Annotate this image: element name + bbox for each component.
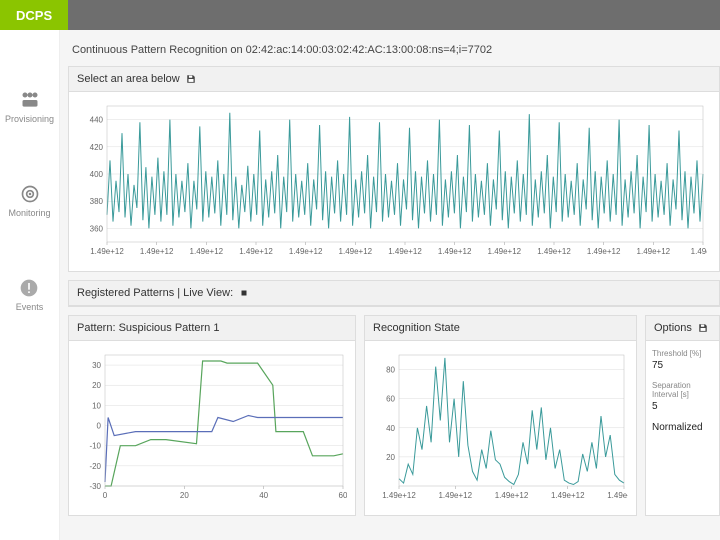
layout: Provisioning Monitoring Events Continuou…	[0, 30, 720, 540]
pattern-title: Pattern: Suspicious Pattern 1	[77, 322, 219, 334]
recognition-panel: Recognition State 20 40 60 80 1.49e+12 1.49e+…	[364, 315, 637, 516]
svg-text:40: 40	[259, 491, 268, 500]
svg-text:420: 420	[90, 143, 104, 152]
svg-text:1.49e+12: 1.49e+12	[551, 491, 585, 500]
options-title: Options	[654, 322, 692, 334]
svg-text:1.49e+12: 1.49e+12	[607, 491, 628, 500]
svg-text:1.49e+12: 1.49e+12	[190, 247, 224, 256]
monitoring-icon	[20, 184, 40, 204]
svg-text:0: 0	[97, 422, 102, 431]
registered-title: Registered Patterns | Live View:	[77, 287, 233, 299]
svg-text:10: 10	[92, 401, 101, 410]
svg-text:1.49e+12: 1.49e+12	[438, 247, 472, 256]
svg-text:20: 20	[92, 381, 101, 390]
svg-text:1.49e+12: 1.49e+12	[587, 247, 621, 256]
svg-text:-30: -30	[89, 482, 101, 491]
svg-text:1.49e+: 1.49e+	[691, 247, 707, 256]
recognition-title: Recognition State	[373, 322, 460, 334]
svg-text:1.49e+12: 1.49e+12	[140, 247, 174, 256]
svg-text:360: 360	[90, 224, 104, 233]
svg-text:1.49e+12: 1.49e+12	[637, 247, 671, 256]
separation-value: 5	[652, 401, 713, 412]
threshold-value: 75	[652, 360, 713, 371]
select-area-header: Select an area below	[69, 67, 719, 92]
options-body: Threshold [%] 75 Separation Interval [s]…	[646, 341, 719, 451]
save-icon[interactable]	[186, 74, 196, 84]
options-panel: Options Threshold [%] 75 Separation Inte…	[645, 315, 720, 516]
sidebar-item-events[interactable]: Events	[16, 278, 44, 312]
save-icon[interactable]	[698, 323, 708, 333]
pattern-body: -30 -20 -10 0 10 20 30 0 20 40 60	[69, 341, 355, 515]
svg-text:1.49e+12: 1.49e+12	[388, 247, 422, 256]
page-title: Continuous Pattern Recognition on 02:42:…	[68, 38, 720, 66]
sidebar-item-label: Monitoring	[8, 208, 50, 218]
recognition-chart[interactable]: 20 40 60 80 1.49e+12 1.49e+12 1.49e+12 1.49e+12…	[373, 349, 628, 504]
svg-text:-20: -20	[89, 462, 101, 471]
svg-text:1.49e+12: 1.49e+12	[537, 247, 571, 256]
overview-chart[interactable]: 360 380 400 420 440 1.49e+12 1.49e+12 1.49e+12 1…	[77, 100, 707, 260]
svg-text:80: 80	[386, 366, 395, 375]
separation-label: Separation Interval [s]	[652, 381, 713, 399]
svg-text:40: 40	[386, 424, 395, 433]
registered-header: Registered Patterns | Live View:	[69, 281, 719, 306]
registered-panel: Registered Patterns | Live View:	[68, 280, 720, 307]
pattern-header: Pattern: Suspicious Pattern 1	[69, 316, 355, 341]
app-logo: DCPS	[0, 0, 68, 30]
recognition-header: Recognition State	[365, 316, 636, 341]
pattern-panel: Pattern: Suspicious Pattern 1 -30 -20 -10 0…	[68, 315, 356, 516]
select-area-title: Select an area below	[77, 73, 180, 85]
svg-text:1.49e+12: 1.49e+12	[438, 491, 472, 500]
sidebar-item-monitoring[interactable]: Monitoring	[8, 184, 50, 218]
sidebar-item-provisioning[interactable]: Provisioning	[5, 90, 54, 124]
svg-text:380: 380	[90, 197, 104, 206]
svg-text:0: 0	[103, 491, 108, 500]
topbar: DCPS	[0, 0, 720, 30]
normalized-label: Normalized	[652, 422, 713, 433]
threshold-label: Threshold [%]	[652, 349, 713, 358]
svg-text:60: 60	[386, 395, 395, 404]
pattern-chart[interactable]: -30 -20 -10 0 10 20 30 0 20 40 60	[77, 349, 347, 504]
svg-text:1.49e+12: 1.49e+12	[382, 491, 416, 500]
recognition-body: 20 40 60 80 1.49e+12 1.49e+12 1.49e+12 1.49e+12…	[365, 341, 636, 515]
svg-text:1.49e+12: 1.49e+12	[488, 247, 522, 256]
threshold-option[interactable]: Threshold [%] 75	[652, 349, 713, 371]
events-icon	[19, 278, 39, 298]
svg-text:440: 440	[90, 116, 104, 125]
sidebar: Provisioning Monitoring Events	[0, 30, 60, 540]
svg-text:1.49e+12: 1.49e+12	[289, 247, 323, 256]
svg-text:30: 30	[92, 361, 101, 370]
provisioning-icon	[20, 90, 40, 110]
svg-text:1.49e+12: 1.49e+12	[239, 247, 273, 256]
svg-text:1.49e+12: 1.49e+12	[339, 247, 373, 256]
stop-icon[interactable]	[239, 288, 249, 298]
svg-text:400: 400	[90, 170, 104, 179]
main: Continuous Pattern Recognition on 02:42:…	[60, 30, 720, 540]
svg-text:20: 20	[180, 491, 189, 500]
select-area-panel: Select an area below 360 380 400 420 440 1.49…	[68, 66, 720, 272]
normalized-option[interactable]: Normalized	[652, 422, 713, 433]
sidebar-item-label: Events	[16, 302, 44, 312]
options-header: Options	[646, 316, 719, 341]
svg-text:1.49e+12: 1.49e+12	[90, 247, 124, 256]
svg-text:1.49e+12: 1.49e+12	[495, 491, 529, 500]
separation-option[interactable]: Separation Interval [s] 5	[652, 381, 713, 412]
svg-text:60: 60	[339, 491, 347, 500]
sidebar-item-label: Provisioning	[5, 114, 54, 124]
bottom-row: Pattern: Suspicious Pattern 1 -30 -20 -10 0…	[68, 315, 720, 524]
svg-text:20: 20	[386, 453, 395, 462]
select-area-body[interactable]: 360 380 400 420 440 1.49e+12 1.49e+12 1.49e+12 1…	[69, 92, 719, 271]
svg-text:-10: -10	[89, 442, 101, 451]
